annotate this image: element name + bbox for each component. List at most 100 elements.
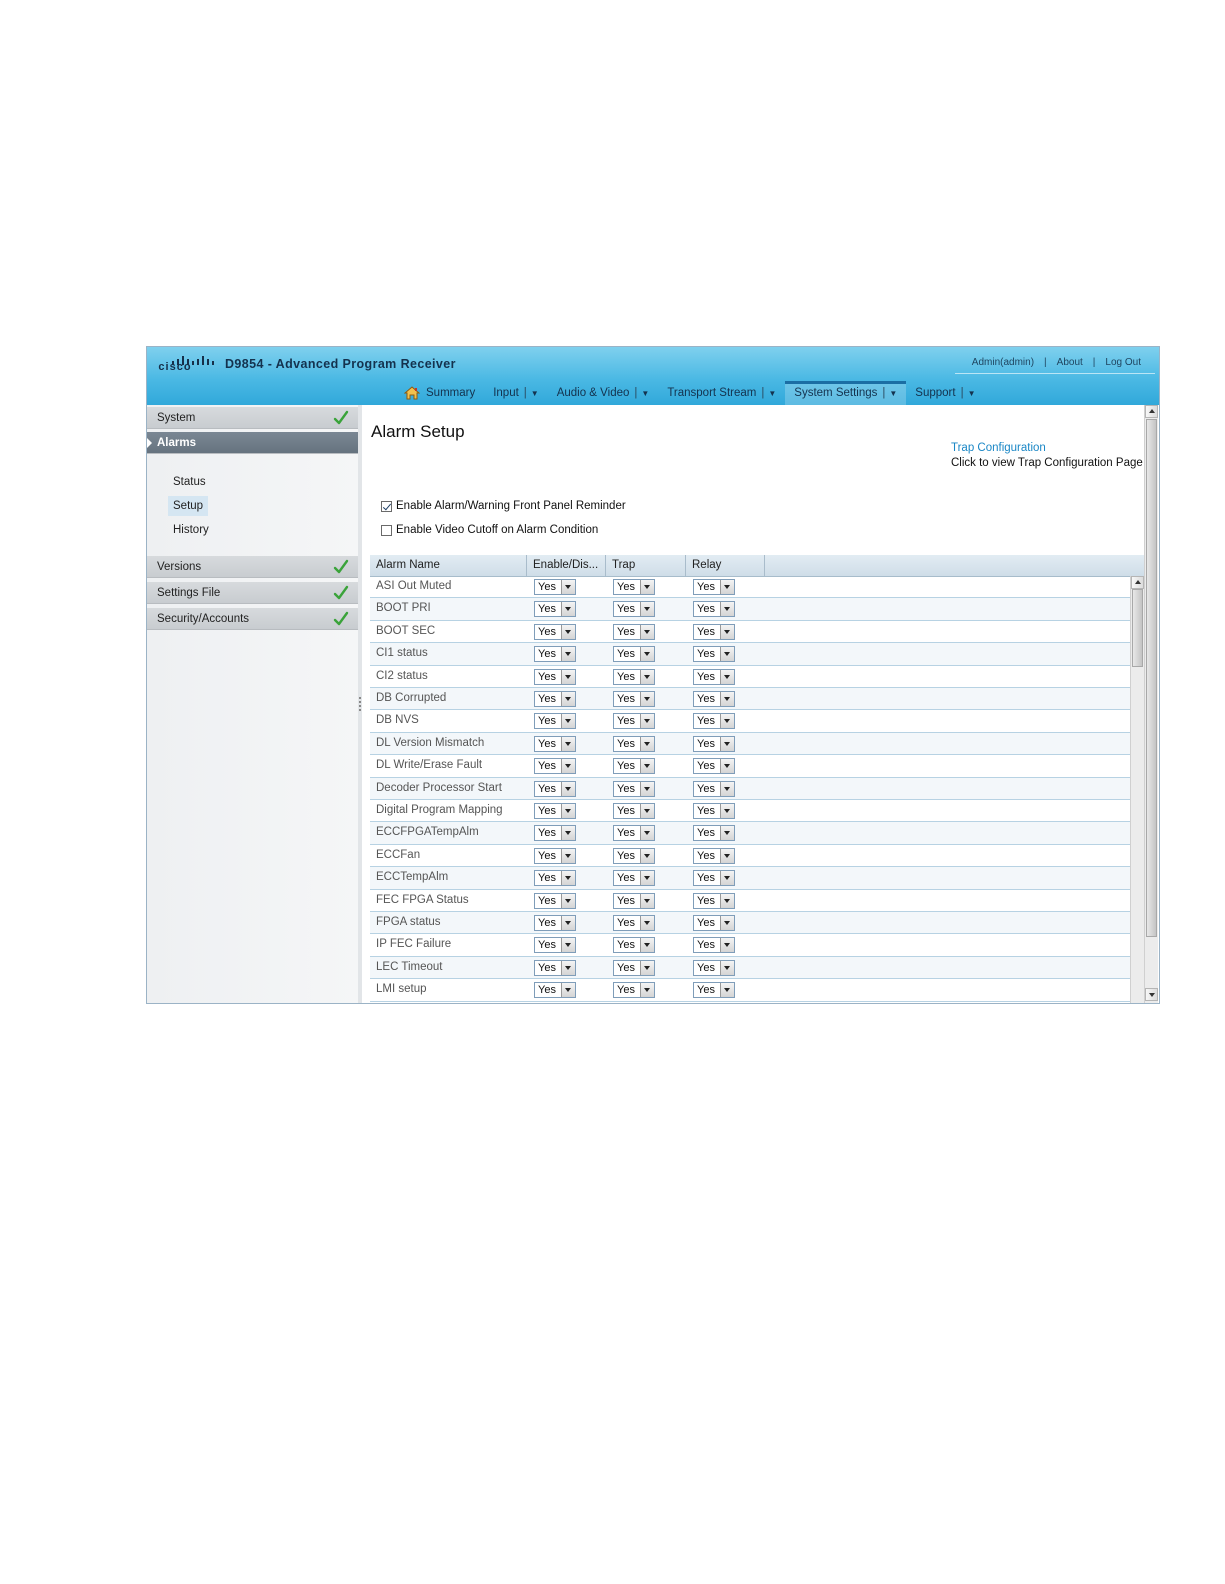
relay-select[interactable]: Yes <box>693 646 735 663</box>
logout-link[interactable]: Log Out <box>1105 357 1141 368</box>
chevron-down-icon[interactable] <box>640 893 654 908</box>
chevron-down-icon[interactable] <box>720 602 734 617</box>
enable-select[interactable]: Yes <box>534 825 576 842</box>
chevron-down-icon[interactable] <box>720 781 734 796</box>
sidebar-item-alarms[interactable]: Alarms <box>147 432 358 454</box>
chevron-down-icon[interactable] <box>720 669 734 684</box>
scroll-up-icon[interactable] <box>1145 405 1158 418</box>
chevron-down-icon[interactable]: ▼ <box>968 389 976 398</box>
trap-select[interactable]: Yes <box>613 713 655 730</box>
enable-select[interactable]: Yes <box>534 758 576 775</box>
sidebar-item-versions[interactable]: Versions <box>147 556 358 578</box>
relay-select[interactable]: Yes <box>693 959 735 976</box>
relay-select[interactable]: Yes <box>693 691 735 707</box>
chevron-down-icon[interactable] <box>640 826 654 841</box>
enable-select[interactable]: Yes <box>534 623 576 640</box>
video-cutoff-checkbox[interactable] <box>381 524 392 536</box>
column-relay[interactable]: Relay <box>686 555 765 576</box>
chevron-down-icon[interactable] <box>561 759 575 774</box>
chevron-down-icon[interactable] <box>640 960 654 975</box>
chevron-down-icon[interactable] <box>640 580 654 594</box>
relay-select[interactable]: Yes <box>693 579 735 595</box>
chevron-down-icon[interactable] <box>640 714 654 729</box>
enable-select[interactable]: Yes <box>534 803 576 819</box>
trap-select[interactable]: Yes <box>613 915 655 931</box>
column-alarm-name[interactable]: Alarm Name <box>370 555 527 576</box>
relay-select[interactable]: Yes <box>693 825 735 842</box>
trap-select[interactable]: Yes <box>613 579 655 595</box>
chevron-down-icon[interactable] <box>720 893 734 908</box>
chevron-down-icon[interactable] <box>720 826 734 841</box>
nav-summary[interactable]: Summary <box>395 381 484 405</box>
trap-select[interactable]: Yes <box>613 959 655 976</box>
chevron-down-icon[interactable] <box>720 692 734 706</box>
chevron-down-icon[interactable]: ▼ <box>768 389 776 398</box>
trap-select[interactable]: Yes <box>613 735 655 752</box>
chevron-down-icon[interactable] <box>640 624 654 639</box>
nav-system-settings[interactable]: System Settings | ▼ <box>785 381 907 405</box>
chevron-down-icon[interactable] <box>640 848 654 863</box>
chevron-down-icon[interactable]: ▼ <box>531 389 539 398</box>
page-scroll-thumb[interactable] <box>1146 419 1157 937</box>
chevron-down-icon[interactable] <box>640 983 654 998</box>
chevron-down-icon[interactable] <box>720 960 734 975</box>
relay-select[interactable]: Yes <box>693 982 735 999</box>
relay-select[interactable]: Yes <box>693 937 735 954</box>
enable-select[interactable]: Yes <box>534 959 576 976</box>
enable-select[interactable]: Yes <box>534 982 576 999</box>
trap-select[interactable]: Yes <box>613 982 655 999</box>
chevron-down-icon[interactable] <box>720 580 734 594</box>
chevron-down-icon[interactable] <box>640 916 654 930</box>
chevron-down-icon[interactable] <box>561 826 575 841</box>
about-link[interactable]: About <box>1057 357 1083 368</box>
enable-select[interactable]: Yes <box>534 579 576 595</box>
trap-select[interactable]: Yes <box>613 847 655 864</box>
chevron-down-icon[interactable] <box>640 759 654 774</box>
sidebar-sub-history[interactable]: History <box>168 520 214 540</box>
trap-select[interactable]: Yes <box>613 758 655 775</box>
chevron-down-icon[interactable] <box>720 714 734 729</box>
enable-select[interactable]: Yes <box>534 847 576 864</box>
table-scrollbar[interactable] <box>1130 576 1144 1003</box>
relay-select[interactable]: Yes <box>693 623 735 640</box>
trap-select[interactable]: Yes <box>613 870 655 887</box>
enable-select[interactable]: Yes <box>534 691 576 707</box>
chevron-down-icon[interactable] <box>720 871 734 886</box>
chevron-down-icon[interactable] <box>720 624 734 639</box>
enable-select[interactable]: Yes <box>534 713 576 730</box>
chevron-down-icon[interactable] <box>640 647 654 662</box>
trap-select[interactable]: Yes <box>613 803 655 819</box>
relay-select[interactable]: Yes <box>693 847 735 864</box>
relay-select[interactable]: Yes <box>693 601 735 618</box>
sidebar-sub-status[interactable]: Status <box>168 472 211 492</box>
scroll-up-icon[interactable] <box>1131 576 1144 589</box>
relay-select[interactable]: Yes <box>693 803 735 819</box>
chevron-down-icon[interactable] <box>561 602 575 617</box>
enable-select[interactable]: Yes <box>534 915 576 931</box>
chevron-down-icon[interactable] <box>561 804 575 818</box>
chevron-down-icon[interactable] <box>561 938 575 953</box>
chevron-down-icon[interactable] <box>561 893 575 908</box>
chevron-down-icon[interactable] <box>640 669 654 684</box>
trap-select[interactable]: Yes <box>613 623 655 640</box>
enable-select[interactable]: Yes <box>534 892 576 909</box>
chevron-down-icon[interactable] <box>561 669 575 684</box>
enable-select[interactable]: Yes <box>534 937 576 954</box>
trap-select[interactable]: Yes <box>613 691 655 707</box>
chevron-down-icon[interactable] <box>640 871 654 886</box>
chevron-down-icon[interactable] <box>720 736 734 751</box>
chevron-down-icon[interactable]: ▼ <box>641 389 649 398</box>
chevron-down-icon[interactable] <box>561 848 575 863</box>
relay-select[interactable]: Yes <box>693 892 735 909</box>
relay-select[interactable]: Yes <box>693 780 735 797</box>
trap-configuration-link[interactable]: Trap Configuration <box>951 442 1046 454</box>
sidebar-item-settings-file[interactable]: Settings File <box>147 582 358 604</box>
chevron-down-icon[interactable] <box>561 781 575 796</box>
chevron-down-icon[interactable] <box>720 983 734 998</box>
chevron-down-icon[interactable] <box>561 916 575 930</box>
nav-transport-stream[interactable]: Transport Stream | ▼ <box>658 381 785 405</box>
nav-support[interactable]: Support | ▼ <box>906 381 984 405</box>
chevron-down-icon[interactable] <box>640 781 654 796</box>
chevron-down-icon[interactable] <box>720 938 734 953</box>
front-panel-reminder-checkbox[interactable] <box>381 500 392 512</box>
